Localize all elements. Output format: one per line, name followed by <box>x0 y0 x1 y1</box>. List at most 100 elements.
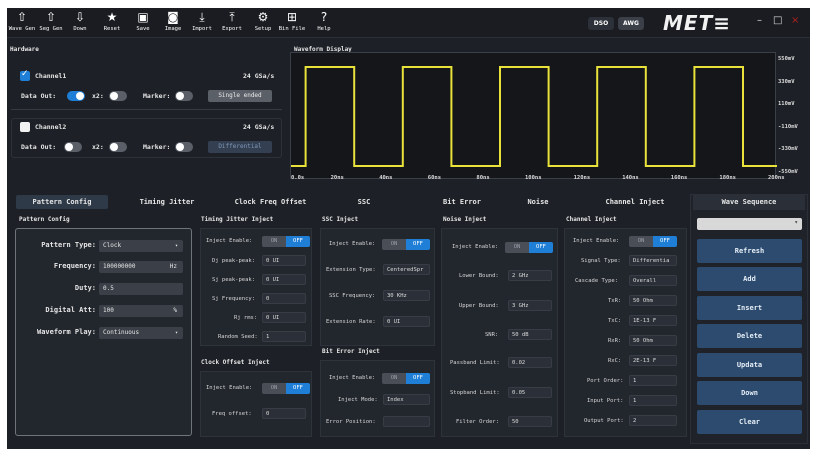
clock-offset-title: Clock Offset Inject <box>201 359 270 366</box>
channel1-data-out-toggle[interactable] <box>67 91 85 101</box>
input-port-input[interactable]: 1 <box>629 395 677 406</box>
tab-pattern-config[interactable]: Pattern Config <box>16 195 108 209</box>
filter-order-input[interactable]: 50 <box>508 416 552 427</box>
channel2-checkbox[interactable] <box>20 122 30 132</box>
stopband-limit-input[interactable]: 0.05 <box>508 387 552 398</box>
stopband-limit-label: Stopband Limit: <box>450 390 500 396</box>
frequency-value: 100000000 <box>103 263 136 270</box>
ssc-on[interactable]: ON <box>382 239 406 250</box>
setup-button[interactable]: ⚙ Setup <box>249 10 277 37</box>
tab-channel-inject[interactable]: Channel Inject <box>585 195 685 209</box>
reset-button[interactable]: ★ Reset <box>98 10 126 37</box>
image-button[interactable]: ◙ Image <box>159 10 187 37</box>
channel1-marker-toggle[interactable] <box>175 91 193 101</box>
signal-type-input[interactable]: Differentia <box>629 255 677 266</box>
met-logo: MET≡ <box>663 11 731 35</box>
wave-gen-button[interactable]: ⇧ Wave Gen <box>8 10 36 37</box>
error-position-input[interactable] <box>383 416 430 427</box>
noise-off[interactable]: OFF <box>529 242 553 253</box>
dso-mode-button[interactable]: DSO <box>588 17 614 30</box>
tab-clock-freq-offset[interactable]: Clock Freq Offset <box>219 195 322 209</box>
add-button[interactable]: Add <box>697 267 802 291</box>
maximize-button[interactable]: □ <box>773 15 782 26</box>
tab-bit-error[interactable]: Bit Error <box>421 195 503 209</box>
chevron-down-icon: ▾ <box>794 219 798 226</box>
ci-inject-switch[interactable]: ON OFF <box>629 236 677 247</box>
co-off[interactable]: OFF <box>286 383 310 394</box>
tab-noise[interactable]: Noise <box>506 195 570 209</box>
close-button[interactable]: × <box>791 15 799 26</box>
ssc-frequency-input[interactable]: 30 KHz <box>383 290 430 301</box>
rxr-input[interactable]: 50 Ohm <box>629 335 677 346</box>
clear-button[interactable]: Clear <box>697 410 802 434</box>
delete-button[interactable]: Delete <box>697 324 802 348</box>
frequency-input[interactable]: 100000000 Hz <box>99 261 183 273</box>
channel2-x2-toggle[interactable] <box>109 142 127 152</box>
digital-att-input[interactable]: 100% <box>99 305 183 317</box>
wave-sequence-dropdown[interactable]: ▾ <box>697 218 802 230</box>
snr-input[interactable]: 50 dB <box>508 329 552 340</box>
rj-input[interactable]: 0 UI <box>262 312 306 323</box>
single-ended-button[interactable]: Single ended <box>208 90 272 102</box>
co-inject-switch[interactable]: ON OFF <box>262 383 310 394</box>
co-inject-label: Inject Enable: <box>206 385 253 391</box>
import-button[interactable]: ⤓ Import <box>188 10 216 37</box>
channel2-marker-toggle[interactable] <box>175 142 193 152</box>
rxc-input[interactable]: 2E-13 F <box>629 355 677 366</box>
ci-off[interactable]: OFF <box>653 236 677 247</box>
help-button[interactable]: ? Help <box>310 10 338 37</box>
ci-on[interactable]: ON <box>629 236 653 247</box>
snr-label: SNR: <box>485 332 499 338</box>
pattern-type-select[interactable]: Clock ▾ <box>99 240 183 252</box>
cascade-type-input[interactable]: Overall <box>629 275 677 286</box>
sj-input[interactable]: 0 UI <box>262 274 306 285</box>
passband-limit-input[interactable]: 0.02 <box>508 357 552 368</box>
tj-off[interactable]: OFF <box>286 236 310 247</box>
export-button[interactable]: ⤒ Export <box>218 10 246 37</box>
tab-timing-jitter[interactable]: Timing Jitter <box>117 195 217 209</box>
be-off[interactable]: OFF <box>406 373 430 384</box>
lower-bound-input[interactable]: 2 GHz <box>508 270 552 281</box>
toolbar-button-label: Wave Gen <box>8 26 36 32</box>
ssc-off[interactable]: OFF <box>406 239 430 250</box>
dj-input[interactable]: 0 UI <box>262 255 306 266</box>
output-port-input[interactable]: 2 <box>629 415 677 426</box>
duty-input[interactable]: 0.5 <box>99 283 183 295</box>
tab-ssc[interactable]: SSC <box>323 195 405 209</box>
txr-input[interactable]: 50 Ohm <box>629 295 677 306</box>
rxr-label: RxR: <box>608 338 622 344</box>
insert-button[interactable]: Insert <box>697 296 802 320</box>
ssc-inject-switch[interactable]: ON OFF <box>382 239 430 250</box>
tj-on[interactable]: ON <box>262 236 286 247</box>
port-order-input[interactable]: 1 <box>629 375 677 386</box>
minimize-button[interactable]: – <box>757 15 762 26</box>
channel1-checkbox[interactable]: ✓ <box>20 69 30 81</box>
awg-mode-button[interactable]: AWG <box>618 17 644 30</box>
extension-type-input[interactable]: CenteredSpr <box>383 264 430 275</box>
bin-file-button[interactable]: ⊞ Bin File <box>278 10 306 37</box>
differential-button[interactable]: Differential <box>208 141 272 153</box>
be-inject-switch[interactable]: ON OFF <box>382 373 430 384</box>
updata-button[interactable]: Updata <box>697 353 802 377</box>
sj-frequency-input[interactable]: 0 <box>262 293 306 304</box>
down-button[interactable]: ⇩ Down <box>66 10 94 37</box>
extension-rate-input[interactable]: 0 UI <box>383 316 430 327</box>
frequency-label: Frequency: <box>53 262 96 270</box>
random-seed-input[interactable]: 1 <box>262 331 306 342</box>
freq-offset-input[interactable]: 0 <box>262 408 306 419</box>
down-button[interactable]: Down <box>697 381 802 405</box>
inject-mode-input[interactable]: Index <box>383 394 430 405</box>
co-on[interactable]: ON <box>262 383 286 394</box>
upper-bound-input[interactable]: 3 GHz <box>508 300 552 311</box>
tj-inject-switch[interactable]: ON OFF <box>262 236 310 247</box>
waveform-play-select[interactable]: Continuous ▾ <box>99 327 183 339</box>
channel2-data-out-toggle[interactable] <box>64 142 82 152</box>
txc-input[interactable]: 1E-13 F <box>629 315 677 326</box>
be-on[interactable]: ON <box>382 373 406 384</box>
noise-inject-switch[interactable]: ON OFF <box>505 242 553 253</box>
seg-gen-button[interactable]: ⇧ Seg Gen <box>37 10 65 37</box>
save-button[interactable]: ▣ Save <box>129 10 157 37</box>
refresh-button[interactable]: Refresh <box>697 239 802 263</box>
noise-on[interactable]: ON <box>505 242 529 253</box>
channel1-x2-toggle[interactable] <box>109 91 127 101</box>
